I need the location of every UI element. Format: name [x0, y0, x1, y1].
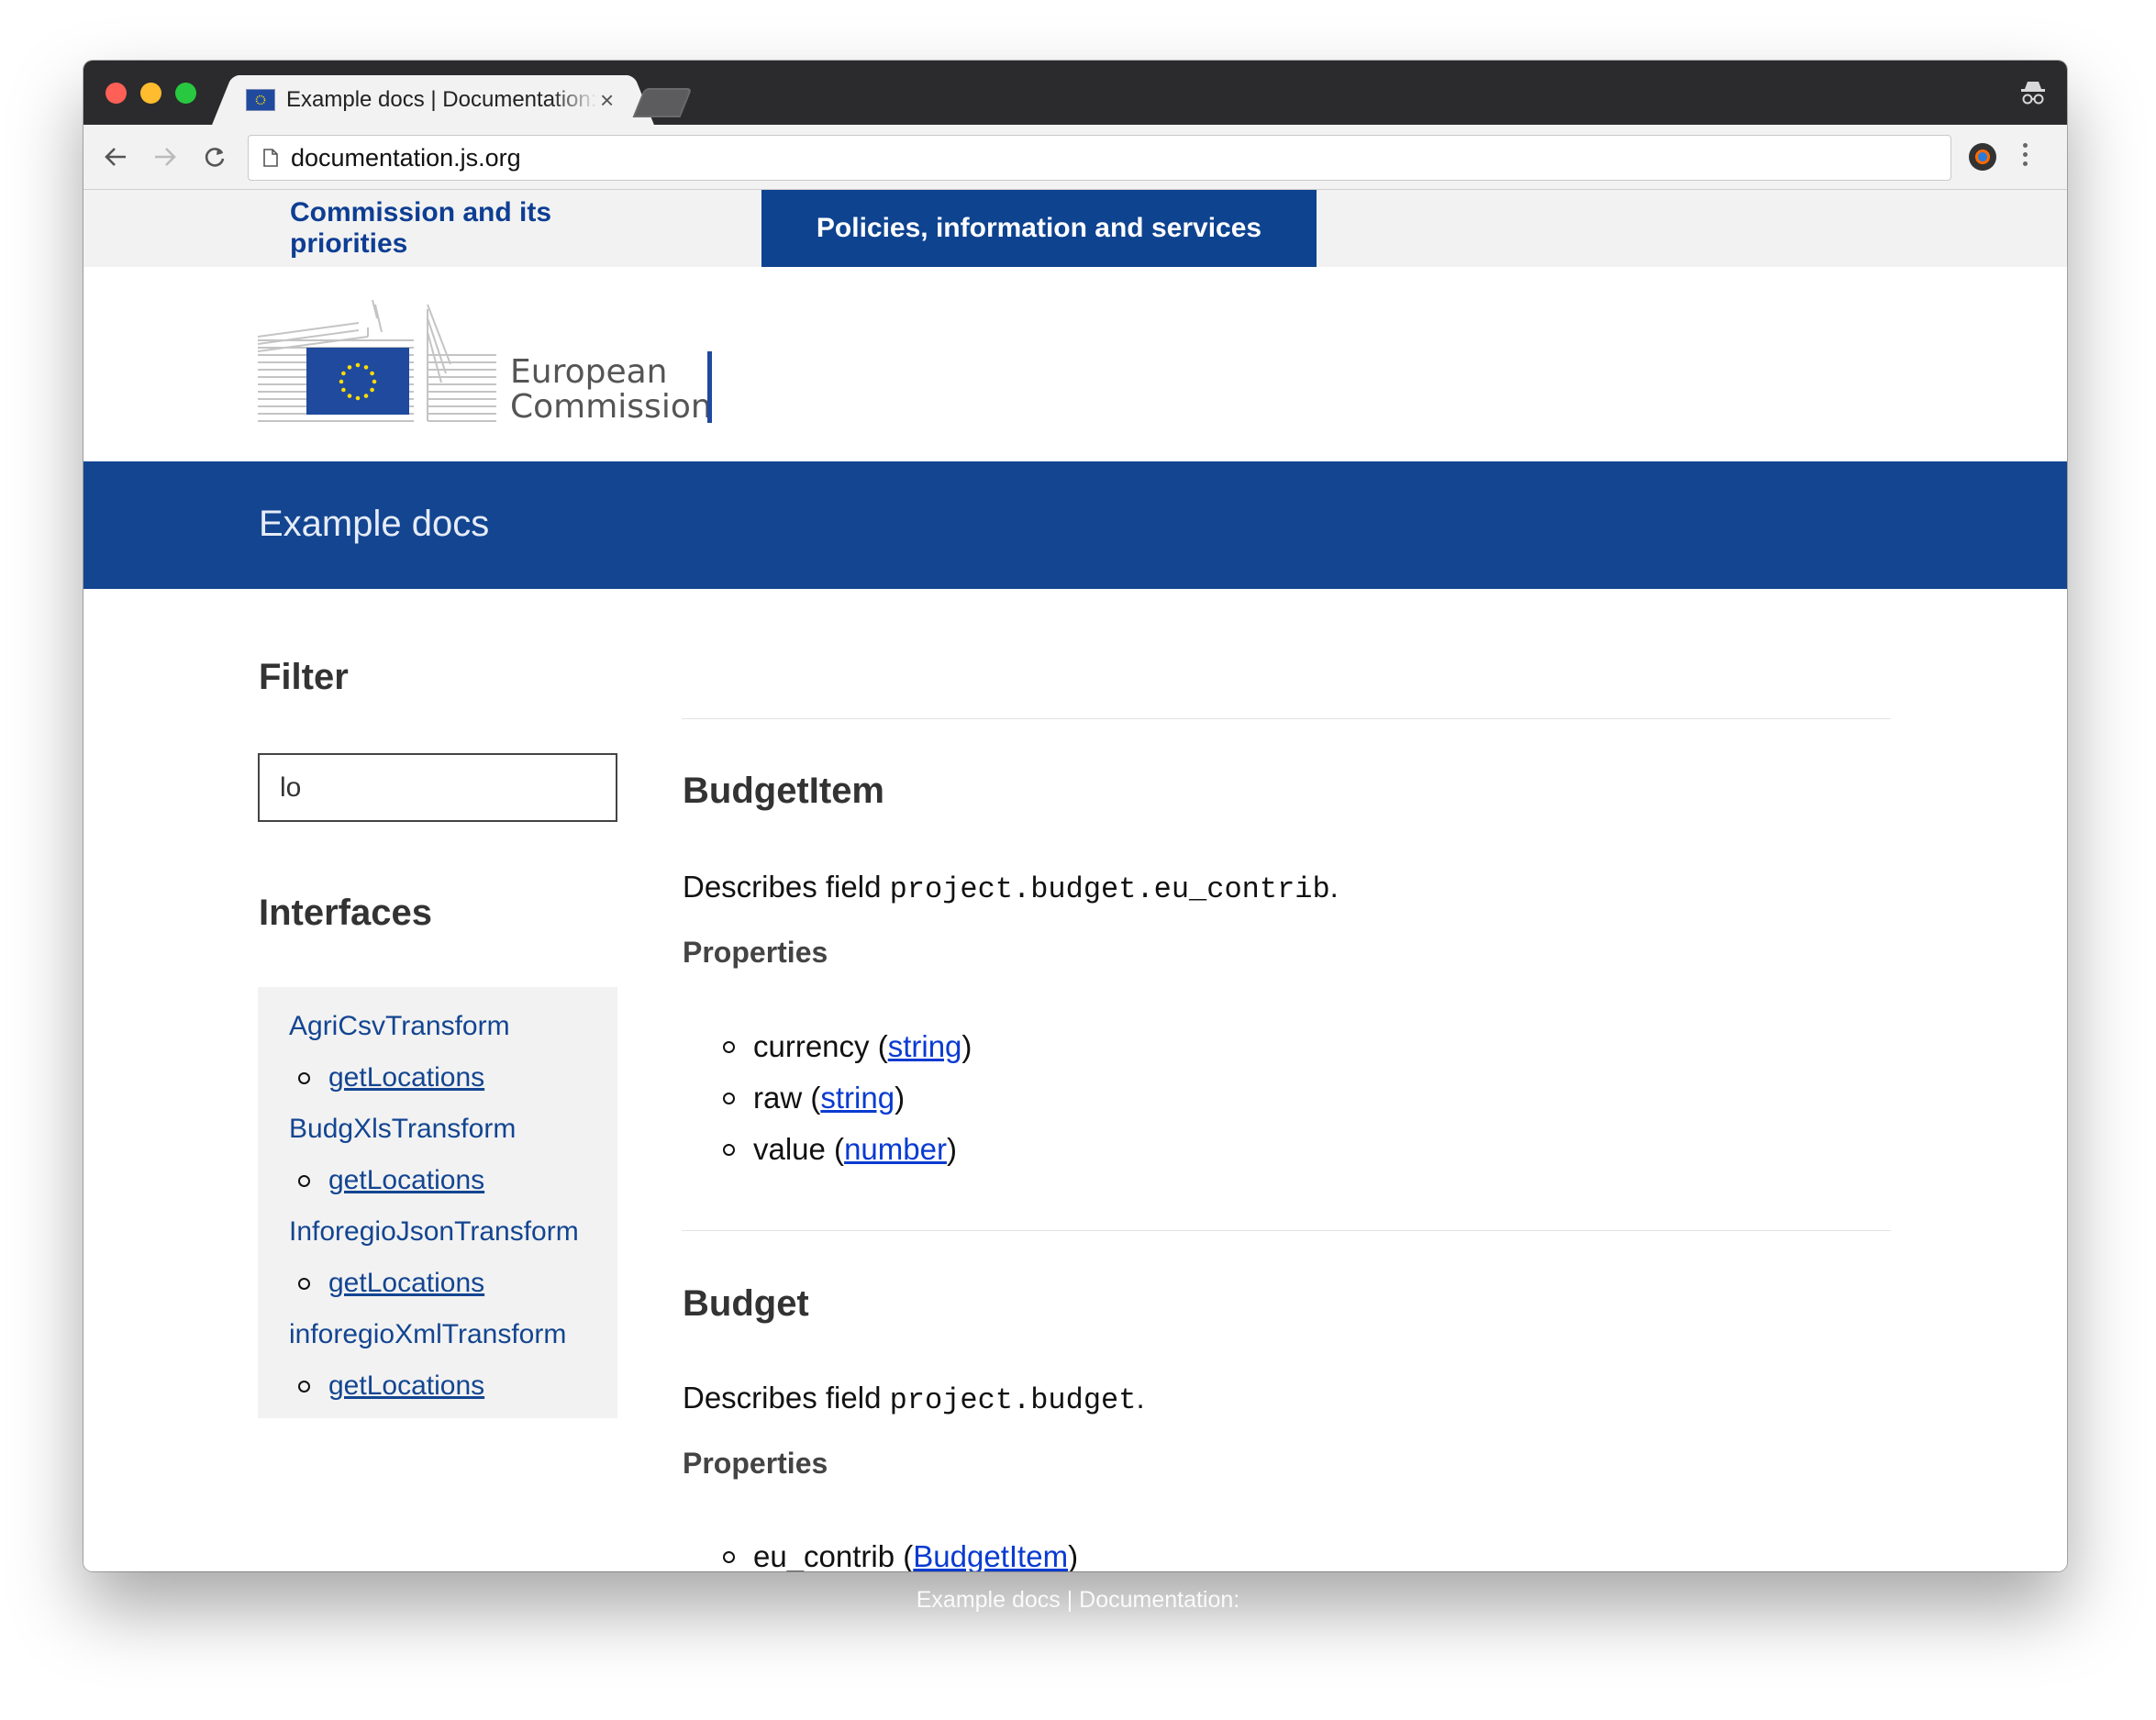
traffic-lights: [106, 83, 196, 104]
list-item: getLocations: [298, 1370, 484, 1402]
logo-text: European Commission: [510, 355, 712, 425]
properties-heading: Properties: [683, 1447, 828, 1480]
property-item: eu_contrib (BudgetItem): [723, 1539, 1078, 1571]
address-bar[interactable]: documentation.js.org: [248, 135, 1951, 181]
filter-input[interactable]: [258, 753, 617, 822]
browser-window: Example docs | Documentation: × document…: [83, 61, 2067, 1571]
web-page: Commission and its priorities Policies, …: [83, 190, 2067, 1571]
section-title-budgetitem: BudgetItem: [683, 771, 884, 811]
bullet-icon: [298, 1174, 310, 1187]
screenshot-caption: Example docs | Documentation:: [916, 1587, 1240, 1613]
url-text: documentation.js.org: [291, 143, 521, 172]
eu-flag-favicon-icon: [246, 89, 275, 111]
description-period: .: [1136, 1381, 1145, 1415]
description-period: .: [1329, 870, 1339, 904]
section-description: Describes field project.budget.eu_contri…: [683, 870, 1339, 906]
list-item: getLocations: [298, 1268, 484, 1299]
browser-menu-icon[interactable]: [2021, 143, 2028, 166]
title-bar: Example docs | Documentation: ×: [83, 61, 2067, 125]
bullet-icon: [723, 1550, 735, 1563]
bullet-icon: [723, 1040, 735, 1053]
method-link-getlocations[interactable]: getLocations: [328, 1268, 484, 1299]
nav-commission-priorities[interactable]: Commission and its priorities: [290, 190, 664, 267]
bullet-icon: [298, 1071, 310, 1084]
type-link-string[interactable]: string: [820, 1081, 895, 1115]
page-banner: Example docs: [83, 461, 2067, 589]
nav-policies-services[interactable]: Policies, information and services: [761, 190, 1317, 267]
section-title-budget: Budget: [683, 1283, 809, 1324]
interface-link-agricsvtransform[interactable]: AgriCsvTransform: [289, 1011, 510, 1042]
property-name: currency: [753, 1029, 870, 1063]
section-divider: [682, 718, 1891, 719]
back-icon[interactable]: [100, 141, 131, 172]
property-item: raw (string): [723, 1081, 905, 1115]
close-window-button[interactable]: [106, 83, 127, 104]
type-link-string[interactable]: string: [888, 1029, 962, 1064]
property-item: value (number): [723, 1132, 957, 1167]
field-path-code: project.budget.eu_contrib: [889, 872, 1330, 906]
interfaces-heading: Interfaces: [259, 893, 432, 933]
reload-icon[interactable]: [199, 141, 230, 172]
filter-heading: Filter: [259, 657, 349, 697]
interface-link-inforegiojsontransform[interactable]: InforegioJsonTransform: [289, 1216, 579, 1248]
browser-toolbar: documentation.js.org: [83, 125, 2067, 190]
property-name: raw: [753, 1081, 803, 1115]
list-item: getLocations: [298, 1165, 484, 1196]
page-icon: [263, 149, 278, 167]
properties-heading: Properties: [683, 936, 828, 969]
property-name: eu_contrib: [753, 1539, 895, 1571]
list-item: getLocations: [298, 1062, 484, 1093]
property-item: currency (string): [723, 1029, 972, 1064]
description-text: Describes field: [683, 870, 882, 904]
bullet-icon: [298, 1277, 310, 1290]
logo-line-1: European: [510, 353, 668, 391]
property-name: value: [753, 1132, 826, 1166]
incognito-icon: [2021, 82, 2045, 105]
type-link-budgetitem[interactable]: BudgetItem: [913, 1539, 1068, 1571]
forward-icon[interactable]: [150, 141, 181, 172]
page-title: Example docs: [259, 504, 490, 544]
interfaces-list: AgriCsvTransform getLocations BudgXlsTra…: [258, 987, 617, 1418]
type-link-number[interactable]: number: [844, 1132, 947, 1167]
interface-link-budgxlstransform[interactable]: BudgXlsTransform: [289, 1114, 516, 1145]
method-link-getlocations[interactable]: getLocations: [328, 1165, 484, 1196]
zoom-window-button[interactable]: [175, 83, 196, 104]
tab-title: Example docs | Documentation:: [286, 87, 597, 112]
section-divider: [682, 1230, 1891, 1231]
minimize-window-button[interactable]: [140, 83, 161, 104]
method-link-getlocations[interactable]: getLocations: [328, 1062, 484, 1093]
new-tab-button[interactable]: [632, 88, 693, 117]
extension-icon[interactable]: [1969, 143, 1996, 171]
bullet-icon: [723, 1143, 735, 1156]
interface-link-inforegioxmltransform[interactable]: inforegioXmlTransform: [289, 1319, 566, 1350]
logo-divider: [707, 351, 712, 423]
section-description: Describes field project.budget.: [683, 1381, 1145, 1417]
bullet-icon: [298, 1380, 310, 1393]
bullet-icon: [723, 1092, 735, 1104]
browser-tab[interactable]: Example docs | Documentation: ×: [235, 75, 631, 125]
tab-close-icon[interactable]: ×: [600, 86, 614, 115]
logo-line-2: Commission: [510, 388, 712, 426]
method-link-getlocations[interactable]: getLocations: [328, 1370, 484, 1402]
description-text: Describes field: [683, 1381, 882, 1415]
field-path-code: project.budget: [889, 1383, 1137, 1417]
top-navigation: Commission and its priorities Policies, …: [83, 190, 2067, 267]
